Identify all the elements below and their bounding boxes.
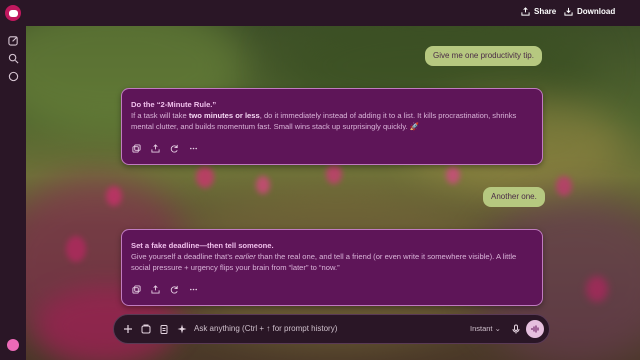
avatar[interactable] [7, 339, 19, 351]
mic-icon[interactable] [510, 323, 522, 335]
message-actions [131, 144, 533, 154]
sparkle-icon[interactable] [176, 323, 188, 335]
mode-selector[interactable]: Instant ⌄ [470, 324, 501, 333]
download-icon [564, 7, 573, 16]
user-message: Another one. [483, 187, 545, 207]
clipboard-icon[interactable] [158, 323, 170, 335]
copy-icon[interactable] [131, 285, 141, 295]
sidebar [0, 0, 26, 360]
share-icon [521, 7, 530, 16]
user-message-text: Another one. [491, 192, 537, 201]
download-button[interactable]: Download [564, 7, 615, 16]
share-button[interactable]: Share [521, 7, 556, 16]
user-message: Give me one productivity tip. [425, 46, 542, 66]
app-logo[interactable] [5, 5, 21, 21]
body-text: Give yourself a deadline that’s [131, 252, 235, 262]
message-actions [131, 285, 533, 295]
body-text: If a task will take [131, 111, 189, 121]
export-icon[interactable] [150, 144, 160, 154]
body-italic: earlier [234, 252, 256, 262]
share-label: Share [534, 7, 557, 16]
user-message-text: Give me one productivity tip. [433, 51, 534, 60]
regenerate-icon[interactable] [169, 285, 179, 295]
chat-icon[interactable] [6, 69, 20, 83]
assistant-message-body: If a task will take two minutes or less,… [131, 110, 533, 132]
top-bar: Share Download [26, 0, 640, 26]
regenerate-icon[interactable] [169, 144, 179, 154]
copy-icon[interactable] [131, 144, 141, 154]
plus-icon[interactable] [122, 323, 134, 335]
more-icon[interactable] [188, 285, 198, 295]
background-image: Give me one productivity tip. Do the “2-… [26, 26, 640, 360]
prompt-input[interactable]: Ask anything (Ctrl + ↑ for prompt histor… [194, 324, 337, 333]
assistant-message-title: Do the “2-Minute Rule.” [131, 100, 217, 109]
image-icon[interactable] [140, 323, 152, 335]
search-icon[interactable] [6, 51, 20, 65]
more-icon[interactable] [188, 144, 198, 154]
new-chat-icon[interactable] [6, 33, 20, 47]
composer: Ask anything (Ctrl + ↑ for prompt histor… [113, 314, 550, 344]
download-label: Download [577, 7, 616, 16]
voice-icon[interactable] [526, 320, 544, 338]
assistant-message: Do the “2-Minute Rule.” If a task will t… [121, 88, 543, 165]
body-bold: two minutes or less [188, 111, 260, 121]
assistant-message: Set a fake deadline—then tell someone. G… [121, 229, 543, 306]
export-icon[interactable] [150, 285, 160, 295]
assistant-message-body: Give yourself a deadline that’s earlier … [131, 251, 533, 273]
assistant-message-title: Set a fake deadline—then tell someone. [131, 241, 274, 250]
